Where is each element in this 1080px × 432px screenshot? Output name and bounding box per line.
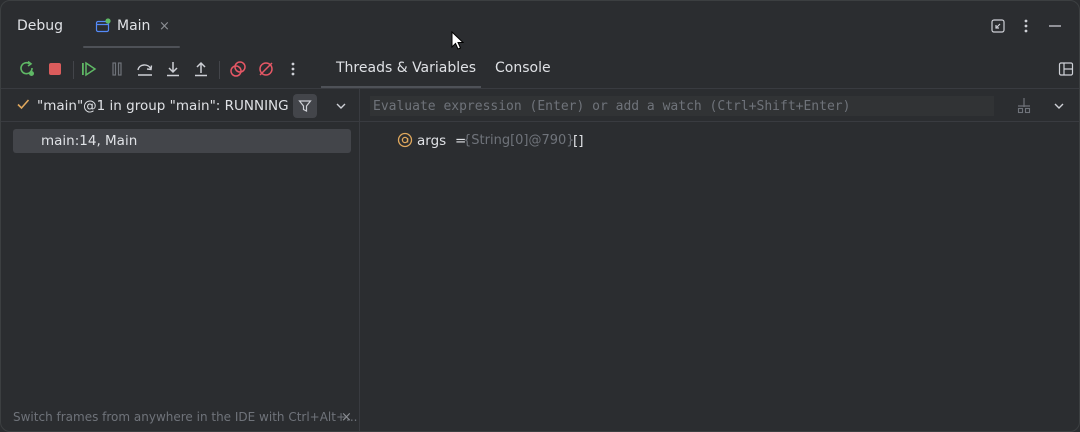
evaluate-expression-input[interactable]: [370, 96, 994, 116]
tab-console[interactable]: Console: [495, 60, 551, 76]
stop-icon[interactable]: [44, 58, 66, 80]
add-watch-icon[interactable]: [1015, 97, 1033, 115]
layout-settings-icon[interactable]: [1057, 60, 1075, 78]
tool-window-title: Debug: [17, 18, 64, 34]
thread-selector[interactable]: "main"@1 in group "main": RUNNING: [1, 88, 359, 122]
toolbar-separator: [219, 61, 220, 79]
mouse-cursor-icon: [451, 30, 465, 51]
tab-threads-variables[interactable]: Threads & Variables: [336, 60, 476, 76]
parameter-icon: [397, 132, 413, 148]
tool-window-header: Debug Main ×: [1, 1, 1079, 51]
view-breakpoints-icon[interactable]: [227, 58, 249, 80]
tab-selected-indicator: [83, 46, 180, 48]
debug-tool-window: Debug Main × Threads & Variables Console…: [0, 0, 1080, 432]
minimize-icon[interactable]: [1046, 17, 1064, 35]
step-out-icon[interactable]: [190, 58, 212, 80]
variable-value: []: [573, 133, 584, 149]
evaluate-bar: [360, 88, 1079, 122]
variable-type: {String[0]@790}: [463, 133, 575, 148]
stack-frame-row[interactable]: main:14, Main: [13, 129, 351, 153]
filter-icon[interactable]: [293, 94, 317, 118]
chevron-down-icon[interactable]: [1052, 99, 1066, 113]
thread-label: "main"@1 in group "main": RUNNING: [37, 98, 289, 114]
tab-main[interactable]: Main ×: [83, 1, 180, 49]
hint-close-icon[interactable]: ×: [341, 410, 352, 425]
stack-frame-label: main:14, Main: [41, 133, 138, 149]
panel-divider[interactable]: [359, 88, 360, 431]
check-icon: [16, 97, 30, 115]
mute-breakpoints-icon[interactable]: [255, 58, 277, 80]
tab-main-label: Main: [117, 18, 151, 34]
chevron-down-icon[interactable]: [334, 99, 348, 113]
toolbar-separator: [73, 61, 74, 79]
step-over-icon[interactable]: [134, 58, 156, 80]
frames-hint: Switch frames from anywhere in the IDE w…: [13, 410, 358, 424]
debug-toolbar: Threads & Variables Console: [1, 53, 1079, 88]
rerun-icon[interactable]: [16, 58, 38, 80]
tab-close-icon[interactable]: ×: [159, 19, 170, 34]
restore-layout-icon[interactable]: [989, 17, 1007, 35]
options-menu-icon[interactable]: [1017, 17, 1035, 35]
more-actions-icon[interactable]: [282, 58, 304, 80]
variable-name: args: [417, 133, 447, 149]
run-config-icon: [95, 18, 111, 34]
pause-icon[interactable]: [106, 58, 128, 80]
step-into-icon[interactable]: [162, 58, 184, 80]
resume-icon[interactable]: [78, 58, 100, 80]
